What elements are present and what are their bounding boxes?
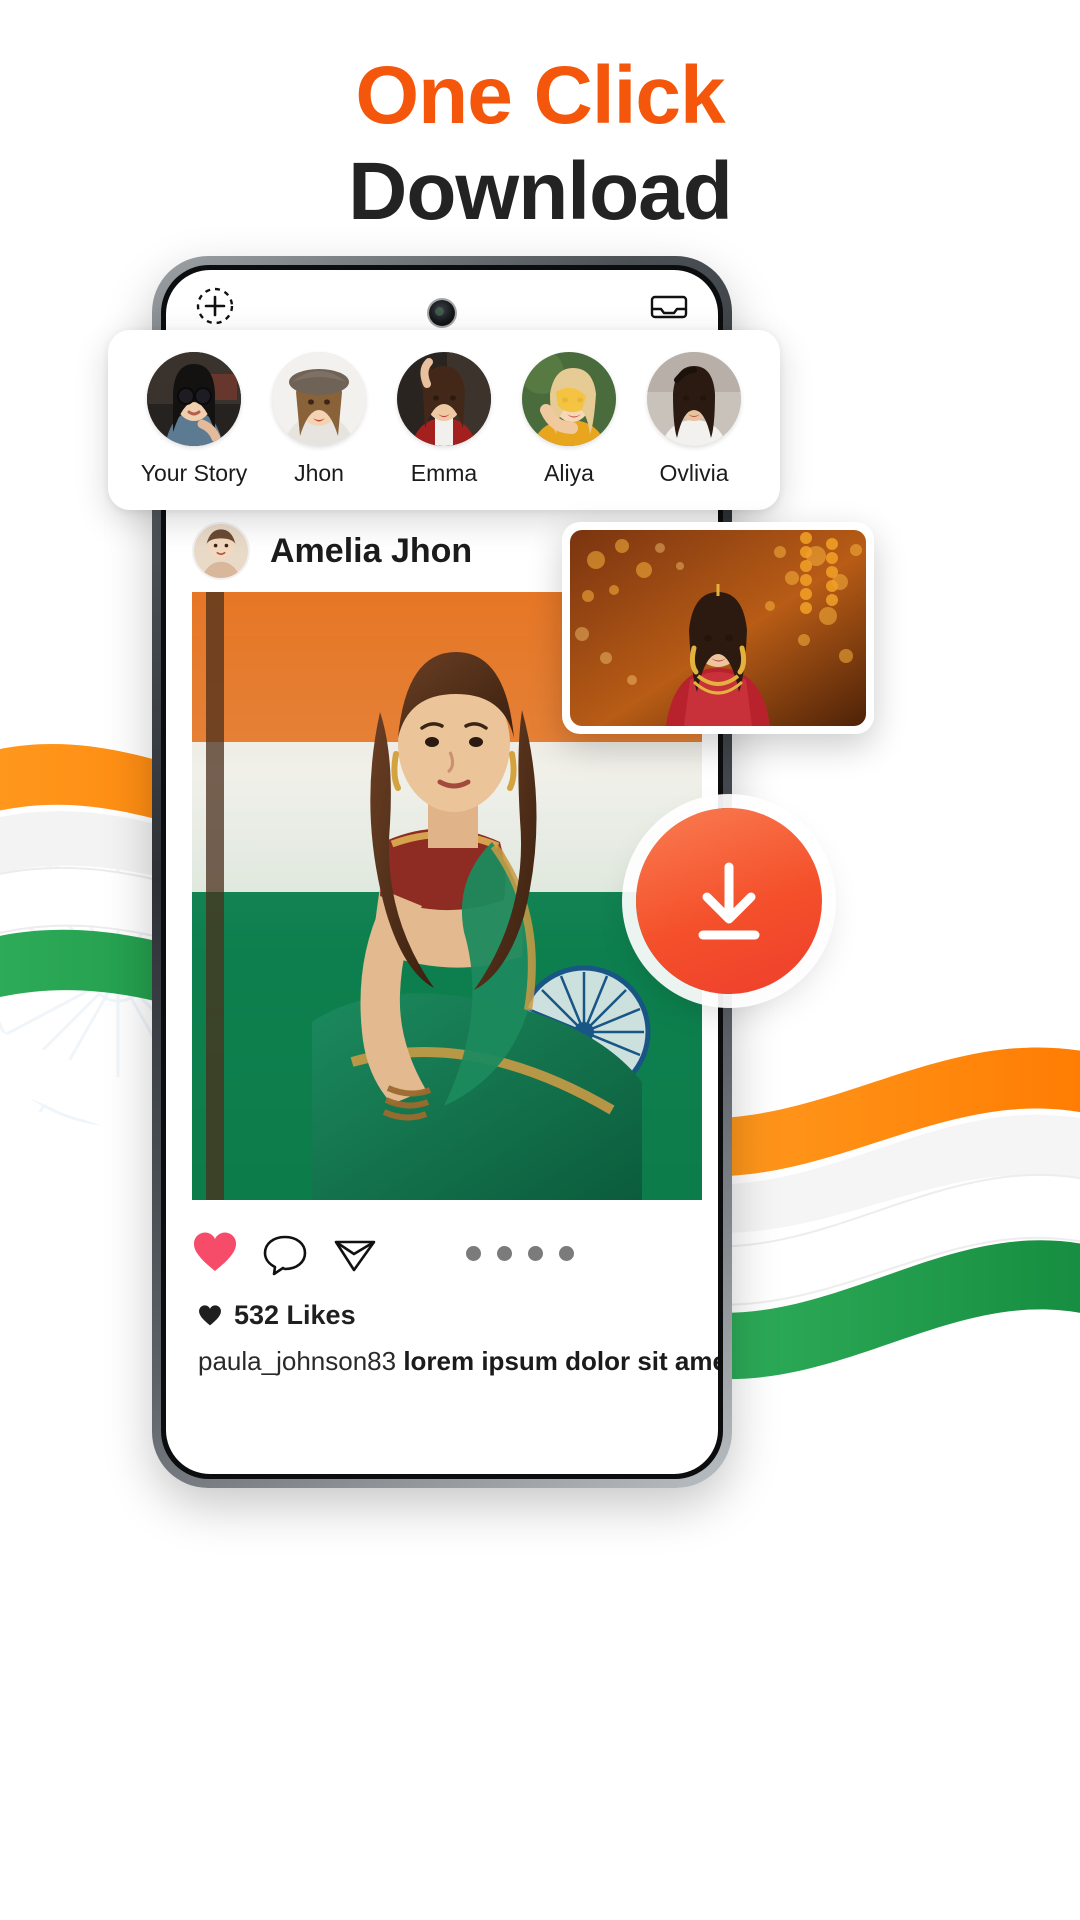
likes-count-label: 532 Likes [234,1300,356,1330]
heart-icon[interactable] [192,1230,238,1276]
download-button[interactable] [636,808,822,994]
download-preview-card[interactable] [562,522,874,734]
page-dot [466,1245,481,1261]
headline-line-2: Download [348,146,733,237]
story-item-your-story[interactable]: Your Story [134,352,254,487]
caption-username[interactable]: paula_johnson83 [198,1346,396,1376]
likes-row: 532 Likes [198,1300,698,1331]
front-camera-dot [429,300,455,326]
post-actions [192,1222,702,1284]
story-item-emma[interactable]: Emma [384,352,504,487]
avatar[interactable] [147,352,241,446]
story-label: Jhon [294,460,344,486]
avatar[interactable] [192,522,250,580]
add-story-icon[interactable] [194,285,236,327]
page-title: One Click Download [0,48,1080,240]
story-label: Ovlivia [659,460,729,486]
avatar[interactable] [647,352,741,446]
inbox-icon[interactable] [648,285,690,327]
promo-screenshot: One Click Download Amelia Jhon 532 Likes… [0,0,1080,1920]
avatar[interactable] [522,352,616,446]
page-dot [559,1245,574,1261]
page-dot [528,1245,543,1261]
post-caption: paula_johnson83 lorem ipsum dolor sit am… [198,1346,718,1377]
story-item-aliya[interactable]: Aliya [509,352,629,487]
preview-image [570,530,866,726]
story-item-ovlivia[interactable]: Ovlivia [634,352,754,487]
headline-line-1: One Click [355,50,725,141]
post-username: Amelia Jhon [270,531,473,570]
comment-bubble-icon[interactable] [262,1230,308,1276]
story-item-jhon[interactable]: Jhon [259,352,379,487]
page-dot [497,1245,512,1261]
story-label: Aliya [544,460,594,486]
avatar[interactable] [397,352,491,446]
stories-panel: Your Story Jhon Emma Aliya Ovlivia [108,330,780,510]
caption-text: lorem ipsum dolor sit amet [403,1346,718,1376]
story-label: Emma [410,460,478,486]
download-icon [698,862,760,940]
heart-small-icon [199,1304,221,1325]
carousel-page-dots[interactable] [466,1245,574,1261]
send-paperplane-icon[interactable] [332,1230,378,1276]
avatar[interactable] [272,352,366,446]
story-label: Your Story [140,460,248,486]
